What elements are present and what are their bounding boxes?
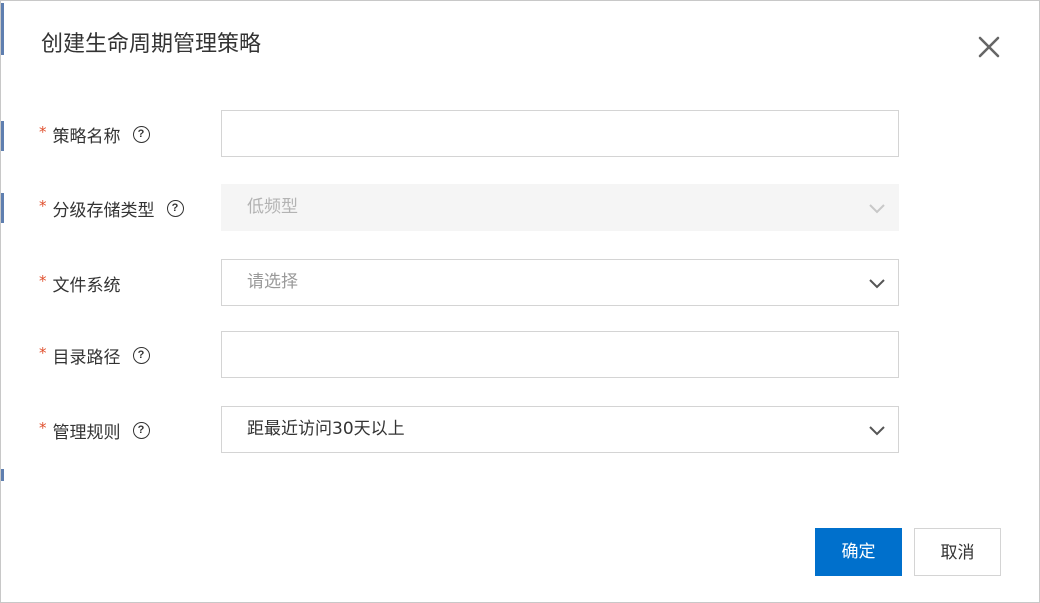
management-rule-select[interactable]: 距最近访问30天以上: [221, 406, 899, 453]
file-system-placeholder: 请选择: [247, 272, 298, 292]
file-system-label-text: 文件系统: [52, 275, 121, 296]
directory-path-field[interactable]: [221, 331, 899, 378]
required-mark: *: [39, 419, 47, 437]
file-system-label: * 文件系统: [39, 259, 121, 307]
chevron-down-icon[interactable]: [868, 274, 886, 292]
background-edge: [1, 469, 4, 481]
chevron-down-icon[interactable]: [868, 421, 886, 439]
policy-name-label-text: 策略名称: [52, 126, 121, 147]
help-icon[interactable]: ?: [132, 125, 150, 143]
storage-type-value: 低频型: [247, 197, 298, 217]
management-rule-label: * 管理规则 ?: [39, 406, 150, 454]
dialog-title: 创建生命周期管理策略: [41, 32, 262, 57]
policy-name-field[interactable]: [221, 110, 899, 157]
confirm-button[interactable]: 确定: [815, 528, 902, 576]
form-row-management-rule: * 管理规则 ? 距最近访问30天以上: [1, 406, 1040, 454]
storage-type-select: 低频型: [221, 184, 899, 231]
directory-path-label-text: 目录路径: [52, 347, 121, 368]
policy-name-input[interactable]: [222, 111, 898, 156]
file-system-select[interactable]: 请选择: [221, 259, 899, 306]
form-row-file-system: * 文件系统 请选择: [1, 259, 1040, 307]
close-button[interactable]: [973, 31, 1005, 63]
required-mark: *: [39, 197, 47, 215]
help-icon[interactable]: ?: [132, 421, 150, 439]
directory-path-label: * 目录路径 ?: [39, 331, 150, 379]
close-icon[interactable]: [973, 31, 1005, 63]
lifecycle-policy-dialog: 创建生命周期管理策略 * 策略名称 ? * 分级存储类型 ? 低频型 * 文件系…: [0, 0, 1040, 603]
management-rule-value: 距最近访问30天以上: [247, 419, 405, 439]
required-mark: *: [39, 123, 47, 141]
form-row-policy-name: * 策略名称 ?: [1, 110, 1040, 158]
help-icon[interactable]: ?: [166, 199, 184, 217]
storage-type-label: * 分级存储类型 ?: [39, 184, 184, 232]
directory-path-input[interactable]: [222, 332, 898, 377]
policy-name-label: * 策略名称 ?: [39, 110, 150, 158]
form-row-directory-path: * 目录路径 ?: [1, 331, 1040, 379]
cancel-button[interactable]: 取消: [914, 528, 1001, 576]
background-edge: [1, 3, 4, 55]
help-icon[interactable]: ?: [132, 346, 150, 364]
required-mark: *: [39, 272, 47, 290]
storage-type-label-text: 分级存储类型: [52, 200, 155, 221]
chevron-down-icon: [869, 204, 885, 214]
management-rule-label-text: 管理规则: [52, 422, 121, 443]
form-row-storage-type: * 分级存储类型 ? 低频型: [1, 184, 1040, 232]
required-mark: *: [39, 344, 47, 362]
